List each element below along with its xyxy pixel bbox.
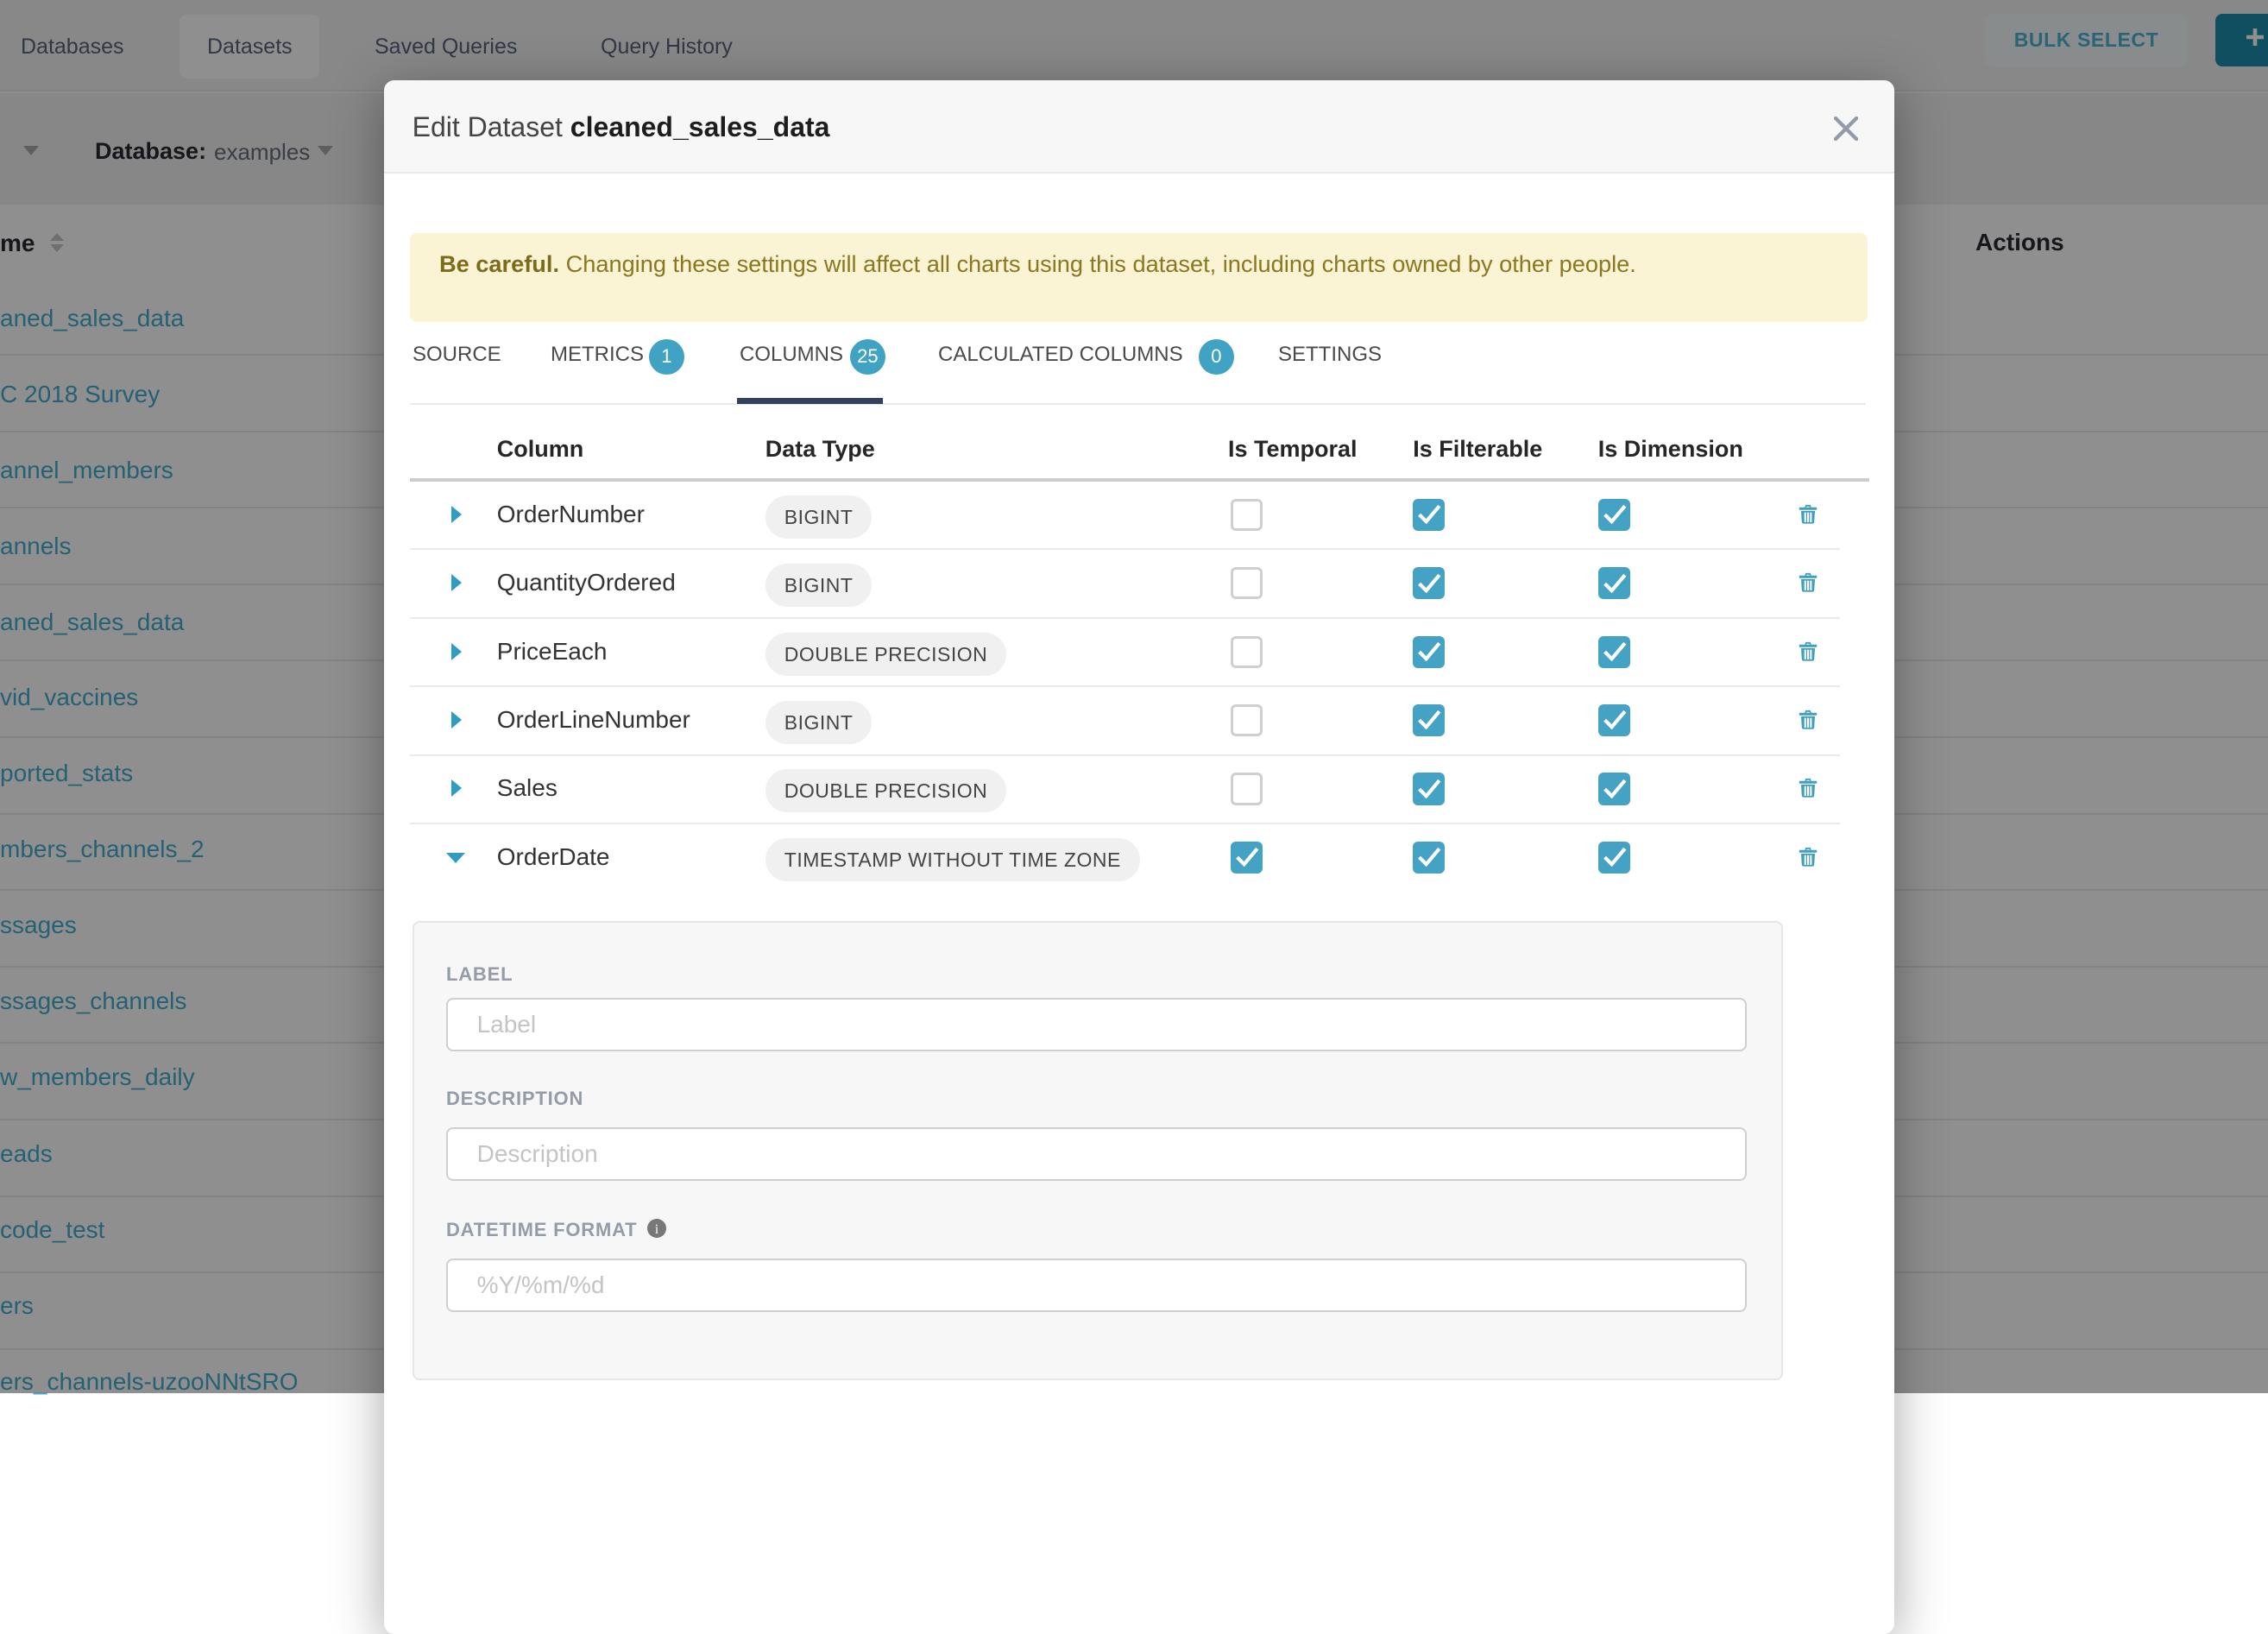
- svg-text:i: i: [655, 1222, 659, 1237]
